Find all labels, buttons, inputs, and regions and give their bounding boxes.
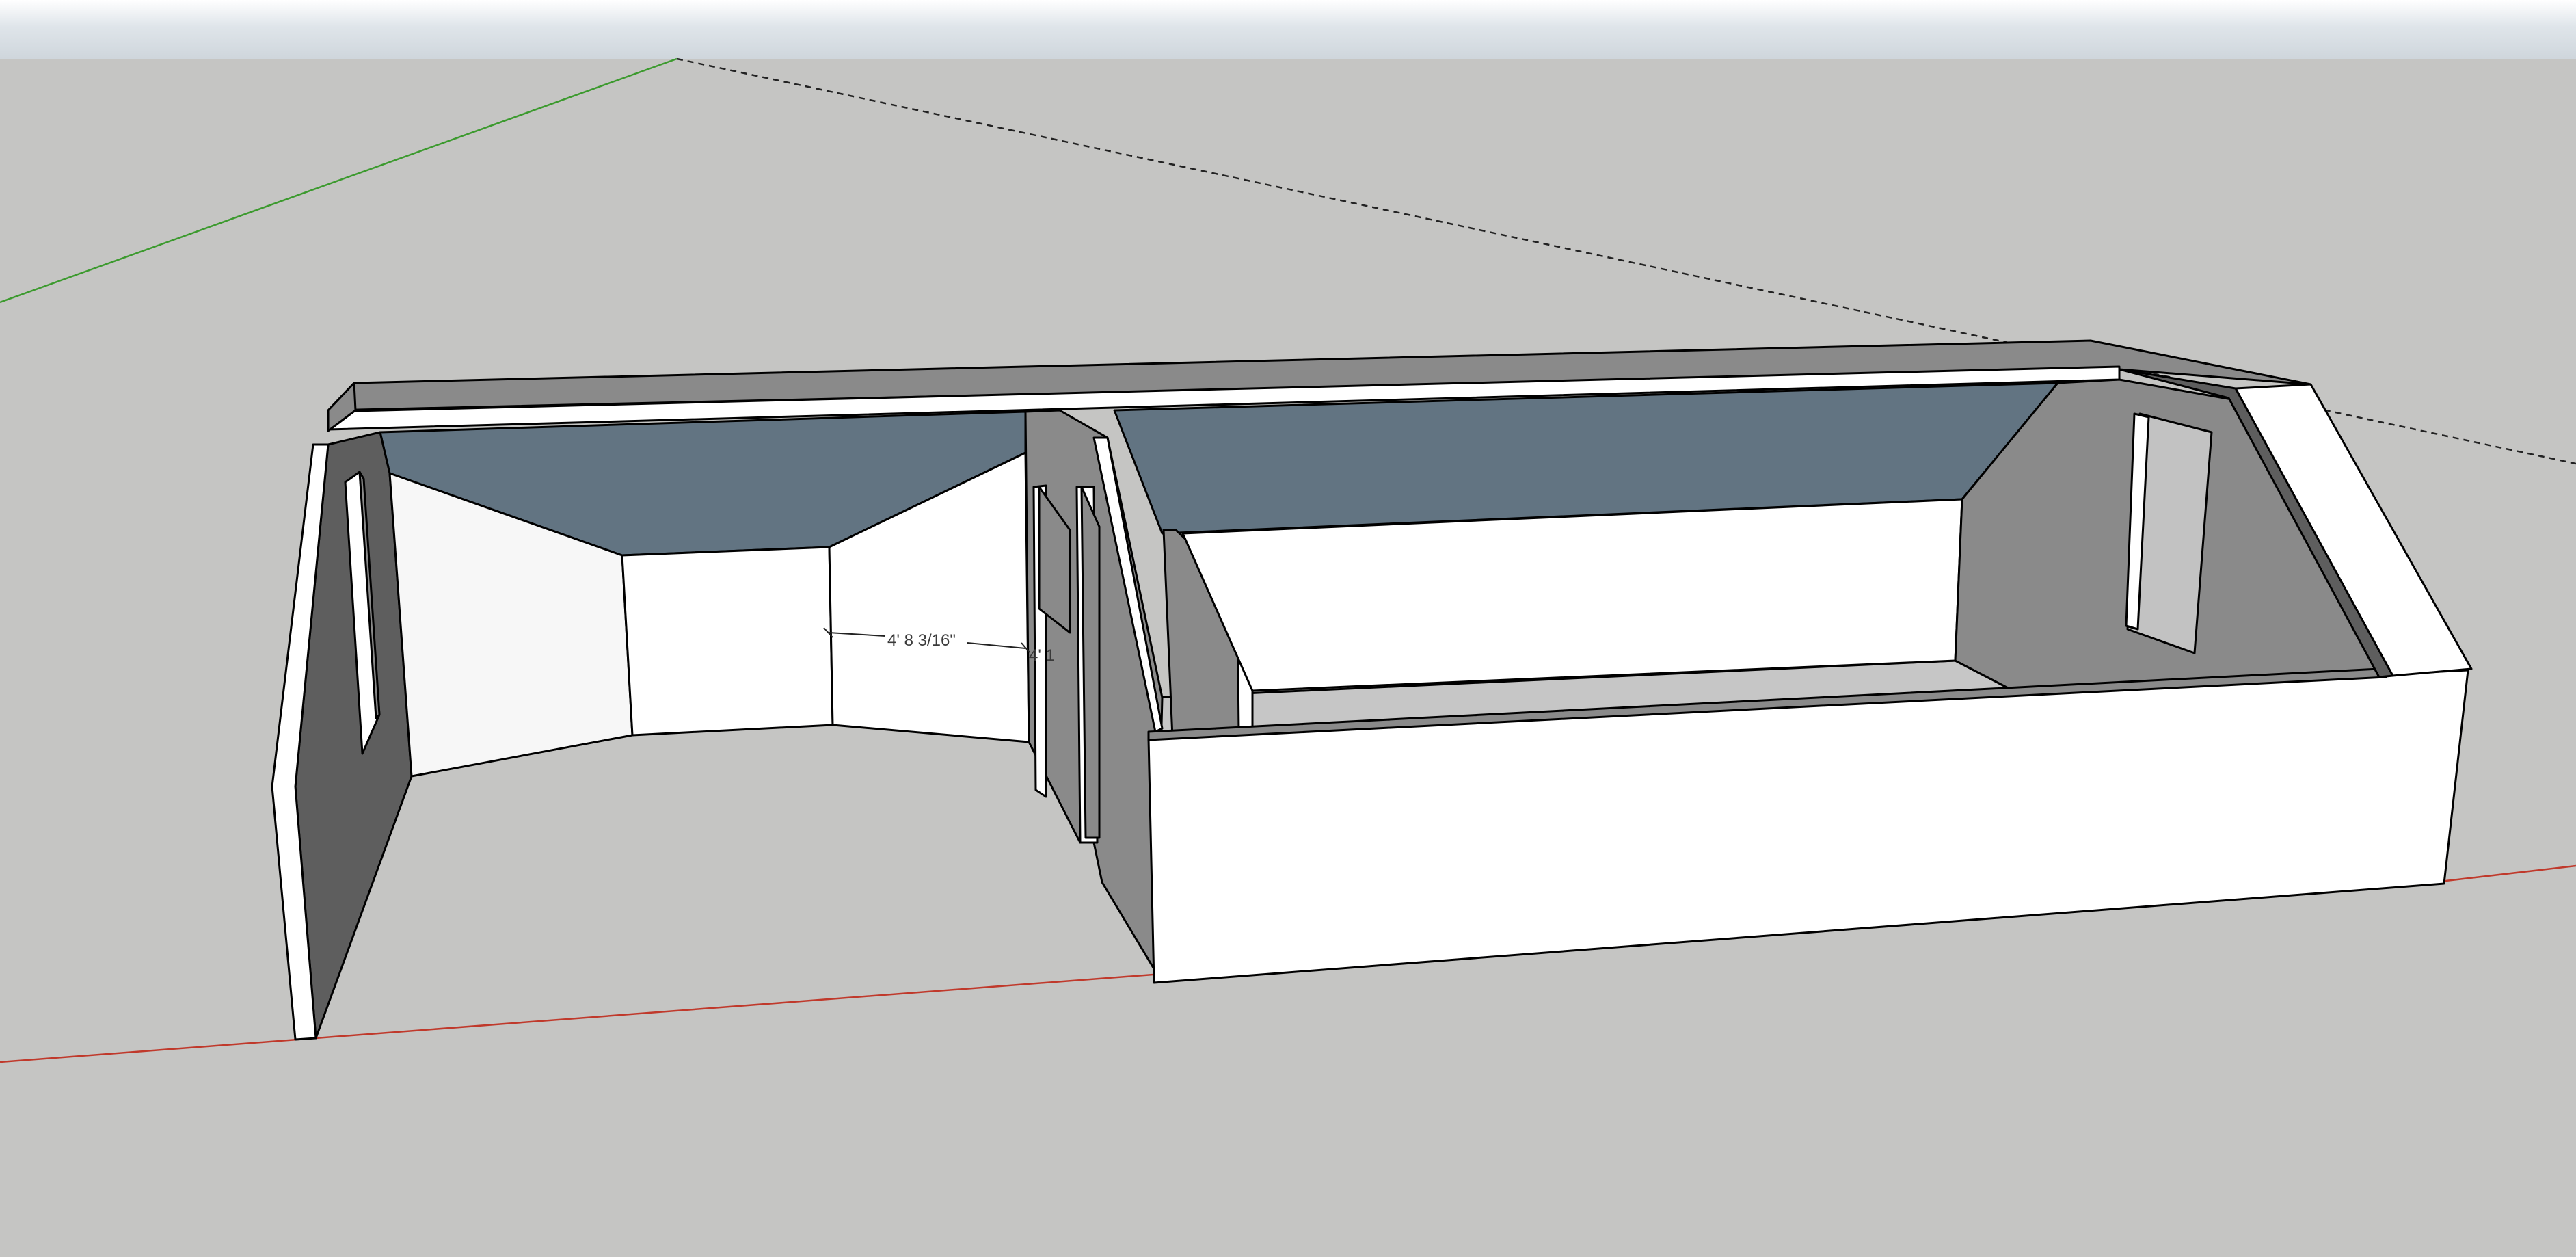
model-scene[interactable]: 4' 8 3/16" 4' 1 — [0, 0, 2576, 1257]
sketchup-viewport[interactable]: 4' 8 3/16" 4' 1 — [0, 0, 2576, 1257]
room-model[interactable] — [271, 339, 2473, 1041]
dimension-label-secondary: 4' 1 — [1029, 646, 1055, 665]
left-room-wall-2[interactable] — [621, 546, 834, 737]
green-axis — [0, 57, 677, 304]
dimension-label-primary: 4' 8 3/16" — [887, 631, 956, 650]
doorway-2-reveal[interactable] — [1080, 486, 1101, 839]
red-axis-left — [0, 972, 1163, 1063]
red-axis-right — [2433, 864, 2576, 884]
right-room-back-wall[interactable] — [1181, 498, 1963, 692]
